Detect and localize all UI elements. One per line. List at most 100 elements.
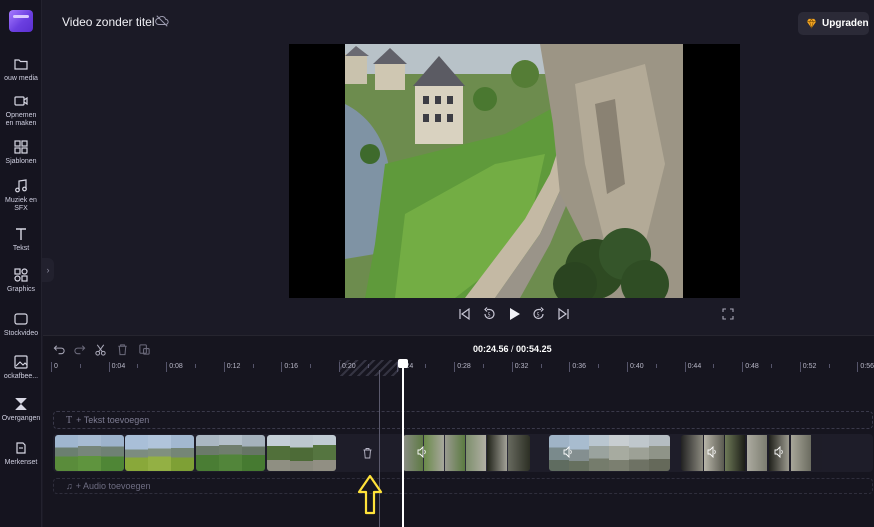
sidebar-item-stock-images[interactable]: ockafbee... xyxy=(0,354,42,381)
ruler-minor-tick xyxy=(771,364,772,368)
ruler-tick xyxy=(108,362,110,372)
delete-icon[interactable] xyxy=(116,343,129,356)
ruler-minor-tick xyxy=(713,364,715,368)
sidebar-item-label: Opnemen en maken xyxy=(5,112,37,127)
video-clip[interactable] xyxy=(125,435,194,471)
ruler-label: 0:36 xyxy=(572,363,587,370)
ruler-label: 0:32 xyxy=(514,363,529,370)
ruler-minor-tick xyxy=(79,364,81,368)
templates-icon xyxy=(14,140,28,154)
ruler-tick xyxy=(569,362,571,372)
ruler-label: 0:16 xyxy=(284,363,299,370)
ruler-minor-tick xyxy=(540,364,542,368)
ruler-tick xyxy=(166,362,168,372)
fullscreen-icon[interactable] xyxy=(722,308,734,320)
sidebar-item-label: Stockvideo xyxy=(3,330,39,337)
ruler-tick xyxy=(281,362,283,372)
video-clip[interactable] xyxy=(196,435,265,471)
video-track xyxy=(53,434,873,472)
time-ruler[interactable]: 00:040:080:120:160:200:240:280:320:360:4… xyxy=(51,360,874,376)
video-clip[interactable] xyxy=(267,435,336,471)
sidebar-item-stock-video[interactable]: Stockvideo xyxy=(0,311,42,338)
ruler-minor-tick xyxy=(195,364,196,368)
upgrade-label: Upgraden xyxy=(822,18,869,29)
transitions-icon xyxy=(15,398,27,410)
video-preview[interactable] xyxy=(289,44,740,298)
ruler-tick xyxy=(857,362,859,372)
ruler-label: 0:52 xyxy=(802,363,817,370)
ruler-tick xyxy=(684,362,686,372)
play-icon[interactable] xyxy=(506,306,522,322)
sidebar-item-templates[interactable]: Sjablonen xyxy=(0,139,42,166)
sidebar-item-label: Graphics xyxy=(6,286,35,293)
ruler-minor-tick xyxy=(252,364,254,368)
forward-5-icon[interactable]: 5 xyxy=(531,306,547,322)
sidebar-item-media[interactable]: ouw media xyxy=(0,56,42,83)
ruler-tick xyxy=(799,362,801,372)
redo-icon[interactable] xyxy=(73,343,86,356)
ruler-minor-tick xyxy=(137,364,139,368)
undo-icon[interactable] xyxy=(53,343,66,356)
project-title[interactable]: Video zonder titel xyxy=(62,15,155,29)
video-clip[interactable] xyxy=(403,435,530,471)
cloud-off-icon xyxy=(155,15,169,27)
sidebar-item-label: Muziek en SFX xyxy=(5,197,37,212)
ruler-tick xyxy=(627,362,628,372)
ruler-minor-tick xyxy=(655,364,657,368)
image-icon xyxy=(14,355,28,369)
skip-to-start-icon[interactable] xyxy=(456,306,472,322)
ruler-tick xyxy=(742,362,744,372)
sidebar-item-transitions[interactable]: Overgangen xyxy=(0,396,42,423)
timeline-panel: 00:24.56 / 00:54.25 0 0:04 0:08 0:12 0:16 0:2… xyxy=(43,335,874,527)
ruler-minor-tick xyxy=(828,364,830,368)
video-clip[interactable] xyxy=(681,435,822,471)
ruler-label: 0:56 xyxy=(860,363,874,370)
ruler-label: 0:08 xyxy=(169,363,183,370)
svg-text:5: 5 xyxy=(537,313,540,319)
gem-icon xyxy=(806,18,817,29)
volume-icon xyxy=(774,446,783,458)
scissors-icon[interactable] xyxy=(94,343,107,356)
upgrade-button[interactable]: Upgraden xyxy=(798,12,869,35)
sidebar-item-music[interactable]: Muziek en SFX xyxy=(0,178,42,213)
rewind-5-icon[interactable]: 5 xyxy=(481,306,497,322)
time-display: 00:24.56 / 00:54.25 xyxy=(473,344,552,354)
brand-kit-icon xyxy=(16,442,26,454)
sidebar-item-text[interactable]: Tekst xyxy=(0,226,42,253)
audio-track[interactable]: ♫ + Audio toevoegen xyxy=(53,478,873,494)
time-separator: / xyxy=(508,344,517,354)
current-time: 00:24.56 xyxy=(473,344,509,354)
playhead[interactable] xyxy=(402,366,404,527)
add-text-label: T + Tekst toevoegen xyxy=(66,415,150,426)
playhead-handle[interactable] xyxy=(398,359,408,368)
volume-icon xyxy=(707,446,716,458)
sidebar-collapse-toggle[interactable]: › xyxy=(42,258,54,282)
ruler-label: 0:44 xyxy=(687,363,702,370)
volume-icon xyxy=(417,446,426,458)
ruler-tick xyxy=(454,362,456,372)
total-time: 00:54.25 xyxy=(516,344,552,354)
stock-video-icon xyxy=(14,313,28,325)
delete-gap-icon[interactable] xyxy=(362,447,373,459)
camera-icon xyxy=(14,96,28,106)
sidebar-item-brand-kit[interactable]: Merkenset xyxy=(0,440,42,467)
ruler-label: 0:04 xyxy=(111,363,126,370)
sidebar-item-graphics[interactable]: Graphics xyxy=(0,267,42,294)
volume-icon xyxy=(563,446,572,458)
sidebar-item-record[interactable]: Opnemen en maken xyxy=(0,93,42,128)
video-frame-image xyxy=(345,44,683,298)
svg-text:5: 5 xyxy=(488,313,491,319)
up-arrow-annotation-icon xyxy=(357,474,383,515)
video-clip[interactable] xyxy=(55,435,124,471)
folder-icon xyxy=(14,59,28,70)
sidebar-item-label: Merkenset xyxy=(4,459,38,466)
ruler-label: 0:40 xyxy=(630,363,644,370)
video-clip[interactable] xyxy=(549,435,670,471)
ruler-minor-tick xyxy=(598,364,600,368)
app-logo[interactable] xyxy=(9,10,33,32)
ruler-label: 0:48 xyxy=(745,363,759,370)
duplicate-icon[interactable] xyxy=(138,343,151,356)
text-track[interactable]: T + Tekst toevoegen xyxy=(53,411,873,429)
ruler-label: 0:12 xyxy=(226,363,241,370)
skip-to-end-icon[interactable] xyxy=(556,306,572,322)
